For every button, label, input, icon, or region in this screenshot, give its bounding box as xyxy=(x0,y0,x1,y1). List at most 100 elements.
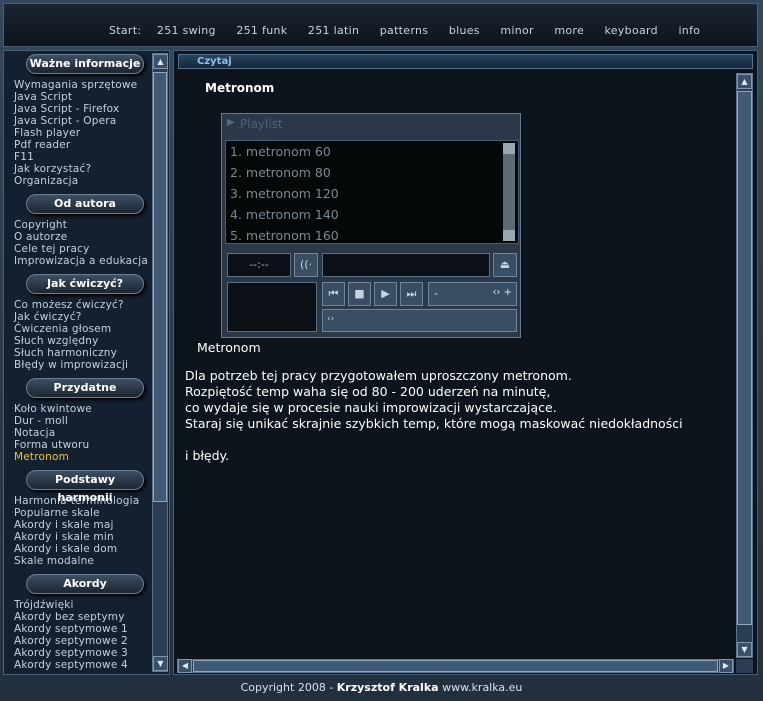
sidebar-item[interactable]: Jak ćwiczyć? xyxy=(4,311,152,323)
sidebar-item[interactable]: Java Script - Opera xyxy=(4,115,152,127)
sidebar-list-how-to-practice: Co możesz ćwiczyć? Jak ćwiczyć? Ćwiczeni… xyxy=(4,299,152,371)
nav-item-minor[interactable]: minor xyxy=(500,24,534,37)
sidebar-item[interactable]: Koło kwintowe xyxy=(4,403,152,415)
sidebar-list-important-info: Wymagania sprzętowe Java Script Java Scr… xyxy=(4,79,152,187)
time-text: --:-- xyxy=(249,258,269,271)
top-navigation-bar: Start: 251 swing 251 funk 251 latin patt… xyxy=(3,3,758,47)
sidebar-list-chords: Trójdźwięki Akordy bez septymy Akordy se… xyxy=(4,599,152,671)
sidebar-item[interactable]: Pdf reader xyxy=(4,139,152,151)
footer-site-link[interactable]: www.kralka.eu xyxy=(439,681,522,694)
stop-icon[interactable]: ■ xyxy=(348,282,371,306)
volume-arrows-icon: ‹› + xyxy=(492,287,512,298)
paragraph-line xyxy=(185,432,683,448)
sidebar-item[interactable]: Akordy septymowe 4 xyxy=(4,659,152,671)
next-icon[interactable]: ⏭ xyxy=(400,282,423,306)
sidebar-item[interactable]: Copyright xyxy=(4,219,152,231)
sidebar-item[interactable]: Akordy bez septymy xyxy=(4,611,152,623)
sidebar-item[interactable]: Trójdźwięki xyxy=(4,599,152,611)
paragraph-line: co wydaje się w procesie nauki improwiza… xyxy=(185,400,557,415)
volume-control[interactable]: - ‹› + xyxy=(428,282,517,306)
sidebar-item[interactable]: Popularne skale xyxy=(4,507,152,519)
playlist-header[interactable]: ▶ Playlist xyxy=(222,114,520,136)
sidebar-item[interactable]: Słuch harmoniczny xyxy=(4,347,152,359)
nav-item-251-funk[interactable]: 251 funk xyxy=(236,24,287,37)
content-scroll-thumb[interactable] xyxy=(737,91,752,625)
nav-item-blues[interactable]: blues xyxy=(449,24,480,37)
sidebar-item[interactable]: Akordy septymowe 2 xyxy=(4,635,152,647)
scroll-right-icon[interactable]: ▶ xyxy=(719,659,733,673)
playlist-scroll-up[interactable] xyxy=(503,143,515,154)
scroll-up-icon[interactable]: ▲ xyxy=(153,54,168,69)
sidebar-item[interactable]: Flash player xyxy=(4,127,152,139)
app-frame: Start: 251 swing 251 funk 251 latin patt… xyxy=(0,0,763,701)
nav-item-patterns[interactable]: patterns xyxy=(380,24,429,37)
nav-item-more[interactable]: more xyxy=(554,24,584,37)
seek-bar[interactable]: ‹› xyxy=(322,309,517,332)
sidebar-item[interactable]: Jak korzystać? xyxy=(4,163,152,175)
content-horizontal-scrollbar[interactable]: ◀ ▶ xyxy=(177,659,734,673)
paragraph-line: Dla potrzeb tej pracy przygotowałem upro… xyxy=(185,368,572,383)
sidebar-item[interactable]: Błędy w improwizacji xyxy=(4,359,152,371)
audio-player: ▶ Playlist 1. metronom 60 2. metronom 80… xyxy=(221,113,521,338)
sidebar-section-harmony-basics: Podstawy harmonii xyxy=(26,470,144,504)
footer: Copyright 2008 - Krzysztof Kralka www.kr… xyxy=(0,679,763,701)
sidebar-item[interactable]: Słuch względny xyxy=(4,335,152,347)
playlist-item[interactable]: 5. metronom 160 xyxy=(226,225,518,243)
paragraph-line: Rozpiętość temp waha się od 80 - 200 ude… xyxy=(185,384,551,399)
sidebar-item[interactable]: Organizacja xyxy=(4,175,152,187)
sidebar-item[interactable]: Ćwiczenia głosem xyxy=(4,323,152,335)
sidebar-item[interactable]: Akordy i skale maj xyxy=(4,519,152,531)
sidebar-item[interactable]: Notacja xyxy=(4,427,152,439)
nav-item-251-latin[interactable]: 251 latin xyxy=(308,24,359,37)
sidebar-item[interactable]: Forma utworu xyxy=(4,439,152,451)
prev-icon[interactable]: ⏮ xyxy=(322,282,345,306)
sidebar-scroll-thumb[interactable] xyxy=(153,72,167,502)
sidebar-section-useful: Przydatne xyxy=(26,378,144,398)
scroll-down-icon[interactable]: ▼ xyxy=(153,656,168,671)
sidebar: Ważne informacje Wymagania sprzętowe Jav… xyxy=(3,50,170,675)
sidebar-item[interactable]: Java Script xyxy=(4,91,152,103)
playlist-item[interactable]: 1. metronom 60 xyxy=(226,141,518,162)
tab-czytaj[interactable]: Czytaj xyxy=(178,54,753,69)
player-caption: Metronom xyxy=(197,340,261,355)
play-icon[interactable]: ▶ xyxy=(374,282,397,306)
scroll-up-icon[interactable]: ▲ xyxy=(737,74,752,89)
playlist-scrollbar[interactable] xyxy=(503,143,515,241)
seek-handle-icon: ‹› xyxy=(327,314,335,324)
sidebar-item[interactable]: Co możesz ćwiczyć? xyxy=(4,299,152,311)
sidebar-item[interactable]: Dur - moll xyxy=(4,415,152,427)
playlist-scroll-down[interactable] xyxy=(503,230,515,241)
sidebar-section-about-author: Od autora xyxy=(26,194,144,214)
scroll-down-icon[interactable]: ▼ xyxy=(737,642,752,657)
nav-item-info[interactable]: info xyxy=(678,24,700,37)
nav-item-keyboard[interactable]: keyboard xyxy=(605,24,658,37)
sidebar-item[interactable]: Akordy septymowe 3 xyxy=(4,647,152,659)
playlist: 1. metronom 60 2. metronom 80 3. metrono… xyxy=(225,140,519,244)
sound-icon[interactable]: ((· xyxy=(294,253,318,277)
sidebar-item-metronom-active[interactable]: Metronom xyxy=(4,451,152,463)
scroll-left-icon[interactable]: ◀ xyxy=(178,659,192,673)
sidebar-item[interactable]: F11 xyxy=(4,151,152,163)
sidebar-item[interactable]: Java Script - Firefox xyxy=(4,103,152,115)
sidebar-item[interactable]: O autorze xyxy=(4,231,152,243)
sidebar-item[interactable]: Wymagania sprzętowe xyxy=(4,79,152,91)
playlist-item[interactable]: 2. metronom 80 xyxy=(226,162,518,183)
sidebar-item[interactable]: Skale modalne xyxy=(4,555,152,567)
sidebar-item[interactable]: Akordy i skale dom xyxy=(4,543,152,555)
playlist-item[interactable]: 3. metronom 120 xyxy=(226,183,518,204)
sidebar-scrollbar[interactable]: ▲ ▼ xyxy=(152,53,168,672)
content-vertical-scrollbar[interactable]: ▲ ▼ xyxy=(736,73,753,658)
content-panel: Czytaj Metronom ▶ Playlist 1. metronom 6… xyxy=(173,50,758,675)
content-paragraph: Dla potrzeb tej pracy przygotowałem upro… xyxy=(185,368,683,464)
playlist-item[interactable]: 4. metronom 140 xyxy=(226,204,518,225)
nav-item-251-swing[interactable]: 251 swing xyxy=(157,24,216,37)
content-hscroll-thumb[interactable] xyxy=(193,660,718,672)
sidebar-item[interactable]: Improwizacja a edukacja xyxy=(4,255,152,267)
sidebar-item[interactable]: Akordy i skale min xyxy=(4,531,152,543)
sidebar-item[interactable]: Cele tej pracy xyxy=(4,243,152,255)
paragraph-line: i błędy. xyxy=(185,448,230,463)
playlist-header-label: Playlist xyxy=(240,117,283,131)
sidebar-item[interactable]: Akordy septymowe 1 xyxy=(4,623,152,635)
eject-icon[interactable]: ⏏ xyxy=(493,253,517,277)
playlist-toggle-icon[interactable]: ▶ xyxy=(227,117,235,128)
